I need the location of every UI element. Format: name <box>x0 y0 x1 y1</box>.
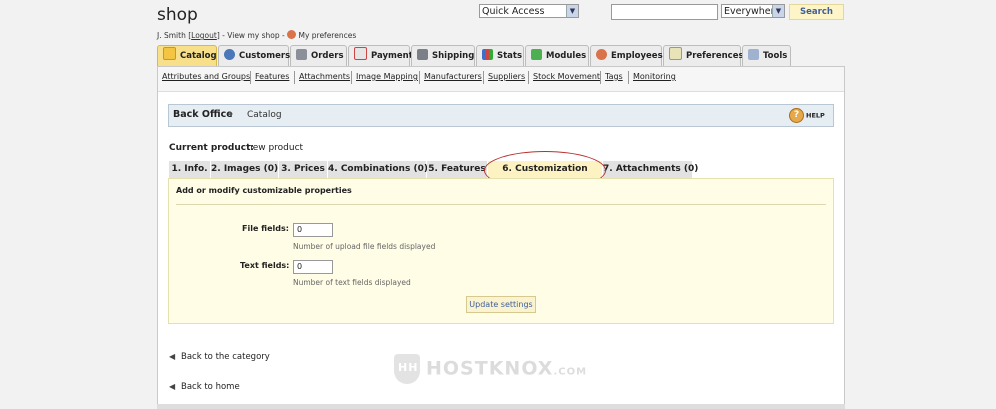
divider <box>176 204 826 205</box>
wrench-icon <box>748 49 759 60</box>
user-line: J. Smith [Logout] - View my shop - My pr… <box>157 30 357 40</box>
tab-combinations[interactable]: 4. Combinations (0) <box>328 161 428 178</box>
breadcrumb-current: Catalog <box>247 110 282 120</box>
subnav-manufacturers[interactable]: Manufacturers <box>424 72 482 81</box>
truck-icon <box>417 49 428 60</box>
help-button[interactable]: ? HELP <box>789 108 831 123</box>
subnav-attributes-and-groups[interactable]: Attributes and Groups <box>162 72 250 81</box>
logout-link[interactable]: Logout <box>191 31 217 40</box>
tab-info[interactable]: 1. Info. <box>169 161 210 178</box>
tab-attachments[interactable]: 7. Attachments (0) <box>603 161 698 178</box>
update-settings-button[interactable]: Update settings <box>466 296 536 313</box>
payment-icon <box>354 47 367 60</box>
user-name: J. Smith <box>157 31 186 40</box>
tab-features[interactable]: 5. Features <box>427 161 487 178</box>
panel-heading: Add or modify customizable properties <box>176 186 352 195</box>
view-shop-link[interactable]: View my shop <box>227 31 279 40</box>
tab-preferences[interactable]: Preferences <box>663 45 744 66</box>
tab-tools[interactable]: Tools <box>742 45 791 66</box>
subnav-attachments[interactable]: Attachments <box>299 72 350 81</box>
tab-orders[interactable]: Orders <box>290 45 347 66</box>
chart-icon <box>482 49 493 60</box>
tab-shipping[interactable]: Shipping <box>411 45 475 66</box>
tab-images[interactable]: 2. Images (0) <box>211 161 278 178</box>
tab-payment[interactable]: Payment <box>348 45 413 66</box>
chevron-right-icon: › <box>229 107 234 120</box>
tab-stats[interactable]: Stats <box>476 45 524 66</box>
help-icon: ? <box>789 108 804 123</box>
file-fields-input[interactable]: 0 <box>293 223 333 237</box>
user-icon <box>224 49 235 60</box>
file-fields-hint: Number of upload file fields displayed <box>293 242 436 251</box>
tab-modules[interactable]: Modules <box>525 45 589 66</box>
search-input[interactable] <box>611 4 718 20</box>
text-fields-hint: Number of text fields displayed <box>293 278 411 287</box>
folder-icon <box>163 47 176 60</box>
tab-employees[interactable]: Employees <box>590 45 663 66</box>
subnav-features[interactable]: Features <box>255 72 289 81</box>
preferences-icon <box>669 47 682 60</box>
breadcrumb-back-office[interactable]: Back Office <box>173 109 233 120</box>
arrow-left-icon: ◀ <box>169 382 176 391</box>
current-product-label: Current product: <box>169 143 254 153</box>
search-scope-select[interactable]: Everywhere ▼ <box>721 4 785 18</box>
subnav-suppliers[interactable]: Suppliers <box>488 72 525 81</box>
footer-bar <box>157 404 845 409</box>
back-to-category-link[interactable]: ◀ Back to the category <box>169 352 270 362</box>
preferences-user-icon <box>287 30 297 39</box>
subnav-image-mapping[interactable]: Image Mapping <box>356 72 418 81</box>
file-fields-label: File fields: <box>242 224 289 233</box>
quick-access-select[interactable]: Quick Access ▼ <box>479 4 579 18</box>
back-to-home-link[interactable]: ◀ Back to home <box>169 382 240 392</box>
current-product-value: new product <box>247 143 304 153</box>
chevron-down-icon: ▼ <box>772 5 784 17</box>
shield-logo-icon: HH <box>394 354 420 384</box>
text-fields-input[interactable]: 0 <box>293 260 333 274</box>
arrow-left-icon: ◀ <box>169 352 176 361</box>
text-fields-label: Text fields: <box>240 261 290 270</box>
search-button[interactable]: Search <box>789 4 844 20</box>
chevron-down-icon: ▼ <box>566 5 578 17</box>
subnav-stock-movement[interactable]: Stock Movement <box>533 72 600 81</box>
cart-icon <box>296 49 307 60</box>
tab-prices[interactable]: 3. Prices <box>279 161 327 178</box>
hostknox-watermark: HH HOSTKNOX.COM <box>394 354 587 384</box>
tab-customers[interactable]: Customers <box>218 45 290 66</box>
subnav-tags[interactable]: Tags <box>605 72 623 81</box>
my-preferences-link[interactable]: My preferences <box>298 31 356 40</box>
tab-catalog[interactable]: Catalog <box>157 45 217 67</box>
employee-icon <box>596 49 607 60</box>
subnav-monitoring[interactable]: Monitoring <box>633 72 676 81</box>
shop-title: shop <box>157 5 198 25</box>
puzzle-icon <box>531 49 542 60</box>
